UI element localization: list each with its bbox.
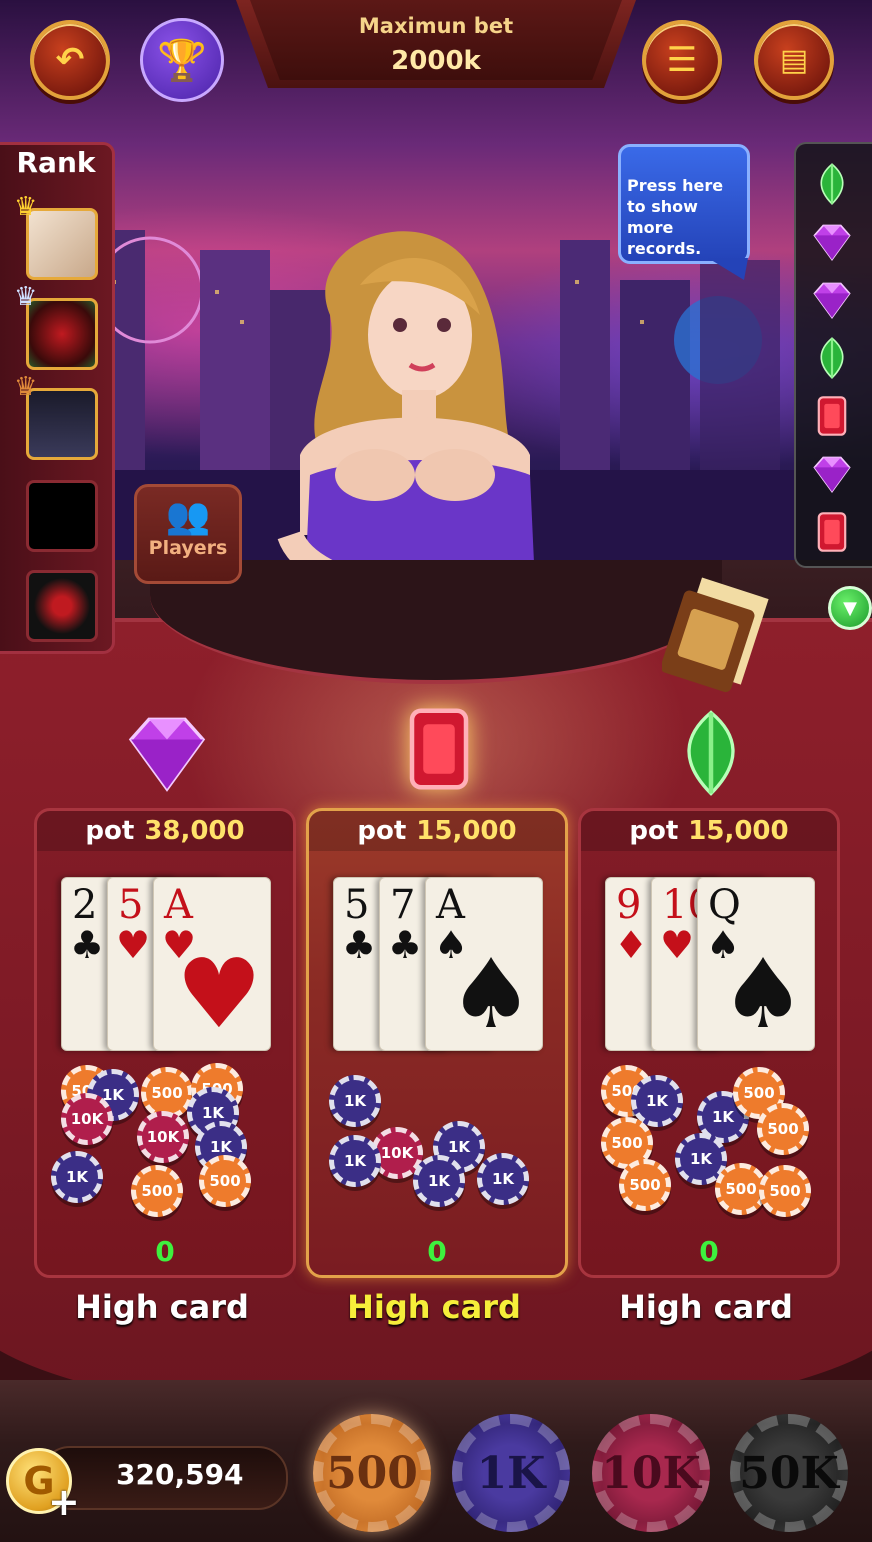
card-suit-small: ♥ [116, 923, 151, 967]
bet-chip-10k[interactable]: 10K [592, 1414, 710, 1532]
card-rank: 9 [616, 882, 642, 928]
bet-chip-1k[interactable]: 1K [452, 1414, 570, 1532]
pot-amount: 15,000 [416, 816, 517, 846]
players-button[interactable]: 👥 Players [134, 484, 242, 584]
pot-header: pot 15,000 [581, 811, 837, 851]
trophy-button[interactable]: 🏆 [140, 18, 224, 102]
bet-chip-500[interactable]: 500 [313, 1414, 431, 1532]
chip-1k: 1K [329, 1075, 381, 1127]
card-suit-large: ♠ [719, 938, 806, 1050]
chip-500: 500 [199, 1155, 251, 1207]
pot-area-1[interactable]: pot38,0002♣5♥A♥♥5001K10K5005001K10K1K500… [34, 808, 296, 1278]
players-icon: 👥 [165, 496, 211, 537]
pot-area-3[interactable]: pot 15,000 9 ♦ 10 ♥ Q ♠ ♠ 500 1K 500 1K 500 500 500 1K 50… [578, 808, 840, 1278]
purple-diamond-icon [810, 220, 854, 264]
card-suit-large: ♠ [447, 938, 534, 1050]
card-shoe-icon [662, 577, 769, 693]
card-rank: Q [708, 882, 741, 928]
hand-rank-label: High card [619, 1288, 793, 1326]
chip-1k: 1K [477, 1153, 529, 1205]
pot-player-bet: 0 [155, 1235, 175, 1268]
hand-rank-label: High card [75, 1288, 249, 1326]
red-ruby-icon [810, 394, 854, 438]
card-suit-small: ♣ [388, 923, 423, 967]
pot-header: pot 38,000 [37, 811, 293, 851]
max-bet-label: Maximun bet [358, 14, 514, 38]
pot-player-bet: 0 [427, 1235, 447, 1268]
chip-1k: 1K [329, 1135, 381, 1187]
bet-chip-50k-label: 50K [739, 1447, 839, 1499]
red-ruby-icon [810, 510, 854, 554]
green-gem-icon [810, 336, 854, 380]
rank-title: Rank [16, 146, 96, 179]
pot-amount: 15,000 [688, 816, 789, 846]
purple-diamond-icon [810, 452, 854, 496]
records-tooltip[interactable]: Press here to show more records. [618, 144, 750, 264]
chip-1k: 1K [413, 1155, 465, 1207]
bet-chip-10k-label: 10K [601, 1447, 701, 1499]
green-gem-icon [666, 708, 756, 798]
card-suit-small: ♣ [342, 923, 377, 967]
trophy-icon: 🏆 [157, 37, 207, 84]
tooltip-text: Press here to show more records. [627, 176, 724, 258]
bet-chip-1k-label: 1K [476, 1447, 546, 1499]
bet-chip-500-label: 500 [326, 1447, 418, 1499]
purple-diamond-icon [810, 278, 854, 322]
players-label: Players [148, 537, 228, 559]
list-menu-icon: ☰ [666, 40, 698, 80]
expand-records-button[interactable]: ▼ [828, 586, 872, 630]
bet-chip-50k[interactable]: 50K [730, 1414, 848, 1532]
pot-area-2[interactable]: pot 15,000 5 ♣ 7 ♣ A ♠ ♠ 1K 10K 1K 1K 1K 1K 0 [306, 808, 568, 1278]
chip-500: 500 [759, 1165, 811, 1217]
silver-crown-icon: ♛ [14, 282, 38, 312]
playing-card: A ♠ ♠ [425, 877, 543, 1051]
card-suit-large: ♥ [175, 938, 262, 1050]
chevron-down-icon: ▼ [843, 597, 857, 619]
card-rank: 5 [344, 882, 370, 928]
pot-amount: 38,000 [144, 816, 245, 846]
card-suit-small: ♥ [660, 923, 695, 967]
card-rank: 7 [390, 882, 416, 928]
chip-500: 500 [131, 1165, 183, 1217]
purple-diamond-icon [122, 708, 212, 798]
card-suit-small: ♣ [70, 923, 105, 967]
playing-card: Q ♠ ♠ [697, 877, 815, 1051]
pot-player-bet: 0 [699, 1235, 719, 1268]
chip-500: 500 [757, 1103, 809, 1155]
card-rank: A [436, 882, 465, 928]
rank-avatar-4[interactable] [26, 480, 98, 552]
chip-500: 500 [619, 1159, 671, 1211]
chip-1k: 1K [51, 1151, 103, 1203]
hand-rank-label: High card [347, 1288, 521, 1326]
pot-header: pot 15,000 [309, 811, 565, 851]
history-clock-icon: ▤ [779, 42, 809, 78]
pot-label: pot [85, 816, 135, 846]
rank-avatar-5[interactable] [26, 570, 98, 642]
card-rank: A [164, 882, 193, 928]
card-rank: 5 [118, 882, 144, 928]
chip-10k: 10K [137, 1111, 189, 1163]
history-button[interactable]: ▤ [754, 20, 834, 100]
red-ruby-icon [394, 704, 484, 794]
pot-label: pot [629, 816, 679, 846]
menu-button[interactable]: ☰ [642, 20, 722, 100]
bronze-crown-icon: ♛ [14, 372, 38, 402]
max-bet-value: 2000k [391, 46, 481, 76]
pot-label: pot [357, 816, 407, 846]
back-button[interactable]: ↶ [30, 20, 110, 100]
gold-crown-icon: ♛ [14, 192, 38, 222]
add-coins-icon[interactable]: + [48, 1480, 80, 1524]
card-suit-small: ♦ [614, 923, 649, 967]
chip-10k: 10K [61, 1093, 113, 1145]
playing-card: A ♥ ♥ [153, 877, 271, 1051]
card-rank: 2 [72, 882, 98, 928]
tooltip-tail [708, 258, 748, 280]
green-gem-icon [810, 162, 854, 206]
balance-value: 320,594 [116, 1458, 244, 1491]
back-arrow-icon: ↶ [55, 40, 85, 80]
